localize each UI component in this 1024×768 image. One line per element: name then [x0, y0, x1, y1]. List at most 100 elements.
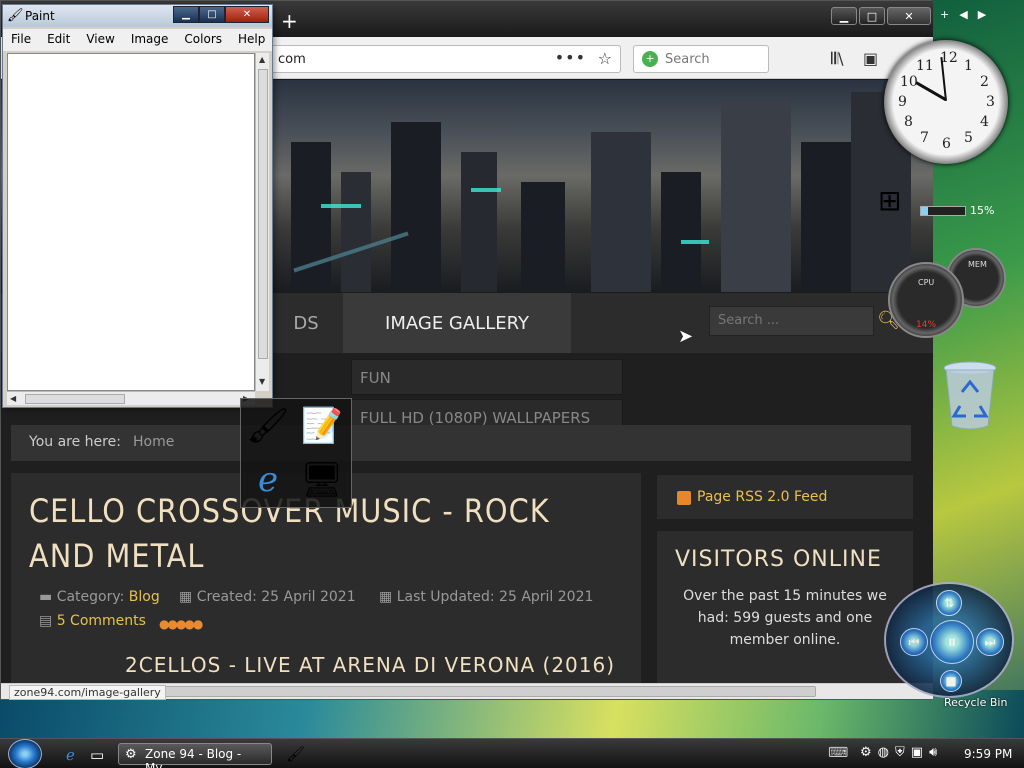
search-icon: + [642, 51, 658, 67]
paint-vscroll-thumb[interactable] [258, 69, 268, 359]
computer-tray-icon[interactable]: ▣ [911, 745, 923, 760]
paint-menu-help[interactable]: Help [230, 29, 273, 51]
settings-tray-icon[interactable]: ⚙ [860, 745, 872, 760]
prev-gadget-icon[interactable]: ◀ [959, 8, 967, 21]
paint-menu-image[interactable]: Image [123, 29, 177, 51]
cpu-meter-fill [921, 207, 928, 215]
calendar-icon: ▦ [379, 589, 397, 605]
paint-minimize-button[interactable]: ▁ [173, 6, 199, 23]
clock-number: 5 [964, 130, 973, 146]
article-updated: ▦ Last Updated: 25 April 2021 [379, 589, 593, 605]
bookmark-star-icon[interactable]: ☆ [598, 49, 612, 68]
clock-hour-hand [915, 81, 947, 101]
paint-menubar: File Edit View Image Colors Help [3, 29, 272, 51]
taskbar: ℯ ▭ ⚙ Zone 94 - Blog - My... 🖌 ⌨ ⚙ ◍ ⛨ ▣… [0, 738, 1024, 768]
visitors-text: Over the past 15 minutes we had: 599 gue… [683, 588, 887, 648]
notepad-shortcut-icon[interactable]: 📝 [297, 401, 347, 451]
system-tray: ⚙ ◍ ⛨ ▣ 🔊︎ [860, 745, 943, 760]
paint-shortcut-icon[interactable]: 🖌 [243, 401, 293, 451]
cpu-label: CPU [918, 278, 935, 287]
cpu-value: 14% [916, 320, 937, 330]
visitors-online-box: VISITORS ONLINE Over the past 15 minutes… [657, 531, 913, 683]
taskbar-browser-task[interactable]: ⚙ Zone 94 - Blog - My... [118, 743, 272, 768]
status-url: zone94.com/image-gallery [9, 685, 166, 700]
taskbar-clock[interactable]: 9:59 PM [964, 747, 1012, 761]
browser-horizontal-scrollbar[interactable]: zone94.com/image-gallery [1, 683, 933, 700]
clock-number: 3 [986, 94, 995, 110]
menu-item-downloads[interactable]: DS [271, 293, 341, 353]
paint-vertical-scrollbar[interactable]: ▲ ▼ [255, 53, 269, 391]
site-search-input[interactable]: Search ... [709, 306, 874, 336]
shield-tray-icon[interactable]: ⛨ [895, 745, 905, 760]
clock-number: 7 [920, 130, 929, 146]
paint-horizontal-scrollbar[interactable]: ◀ ▶ [7, 391, 255, 405]
minimize-button[interactable]: ▁ [831, 7, 857, 25]
cpu-meter-gadget[interactable]: ⊞ 15% [878, 184, 1008, 228]
keyboard-icon[interactable]: ⌨ [828, 745, 848, 761]
paint-menu-colors[interactable]: Colors [176, 29, 230, 51]
clock-number: 6 [942, 136, 951, 152]
category-link[interactable]: Blog [129, 589, 160, 605]
paint-menu-edit[interactable]: Edit [39, 29, 78, 51]
library-icon[interactable]: 𝄃𝄃\ [831, 49, 844, 69]
media-player-gadget: ⇅ ⏮ ⏸ ⏭ ■ [884, 582, 1014, 698]
paint-menu-view[interactable]: View [78, 29, 122, 51]
paint-menu-file[interactable]: File [3, 29, 39, 51]
clock-number: 1 [964, 58, 973, 74]
new-tab-button[interactable]: + [281, 9, 298, 33]
volume-tray-icon[interactable]: 🔊︎ [929, 745, 937, 760]
paint-titlebar[interactable]: 🖌 Paint ▁ □ ✕ [3, 5, 272, 27]
next-track-button[interactable]: ⏭ [976, 628, 1004, 656]
page-actions-icon[interactable]: ••• [555, 48, 586, 67]
show-desktop-icon[interactable]: ▭ [90, 746, 104, 764]
shuffle-button[interactable]: ⇅ [936, 590, 962, 616]
maximize-button[interactable]: □ [859, 7, 885, 25]
clock-gadget[interactable]: 12 1 2 3 4 5 6 7 8 9 10 11 [884, 40, 1008, 164]
previous-track-button[interactable]: ⏮ [900, 628, 928, 656]
ie-quicklaunch-icon[interactable]: ℯ [66, 746, 75, 764]
browser-search-input[interactable]: + Search [633, 45, 769, 73]
breadcrumb-home-link[interactable]: Home [133, 434, 174, 450]
scroll-left-arrow-icon[interactable]: ◀ [10, 394, 16, 403]
clock-number: 11 [916, 58, 934, 74]
scrollbar-thumb[interactable] [161, 686, 816, 697]
comments-link[interactable]: 5 Comments [57, 613, 146, 629]
recycle-bin-label: Recycle Bin [944, 696, 1008, 709]
rss-icon [677, 491, 691, 505]
scroll-up-arrow-icon[interactable]: ▲ [259, 55, 265, 64]
add-gadget-icon[interactable]: + [940, 8, 949, 21]
url-bar[interactable]: com ••• ☆ [269, 45, 621, 73]
clock-number: 8 [904, 114, 913, 130]
browser-task-icon: ⚙ [125, 747, 137, 762]
network-tray-icon[interactable]: ◍ [878, 745, 889, 760]
rating-stars[interactable]: ●●●●● [159, 617, 203, 631]
scroll-down-arrow-icon[interactable]: ▼ [259, 377, 265, 386]
cpu-gauge[interactable]: CPU 14% [888, 262, 964, 338]
submenu-item-fun[interactable]: FUN [351, 359, 623, 395]
mouse-cursor-icon: ➤ [678, 326, 694, 347]
stop-button[interactable]: ■ [940, 670, 962, 692]
paint-close-button[interactable]: ✕ [225, 6, 269, 23]
sidebar-controls: + ◀ ▶ [940, 8, 996, 21]
start-button[interactable] [8, 739, 42, 768]
recycle-bin-icon[interactable] [940, 360, 1000, 432]
pause-button[interactable]: ⏸ [930, 620, 974, 664]
mem-label: MEM [968, 260, 987, 269]
sidebar-icon[interactable]: ▣ [863, 49, 878, 68]
paint-hscroll-thumb[interactable] [25, 394, 125, 404]
next-gadget-icon[interactable]: ▶ [978, 8, 986, 21]
taskbar-paint-icon[interactable]: 🖌 [286, 745, 305, 763]
cpu-meter-percent: 15% [970, 204, 995, 217]
paint-window-controls: ▁ □ ✕ [173, 6, 269, 23]
paint-title: Paint [25, 9, 55, 23]
paint-canvas[interactable] [7, 53, 255, 391]
rss-feed-link[interactable]: Page RSS 2.0 Feed [697, 489, 827, 505]
close-button[interactable]: ✕ [887, 7, 931, 25]
breadcrumb: You are here: Home [11, 425, 911, 461]
rss-feed-box: Page RSS 2.0 Feed [657, 475, 913, 519]
internet-explorer-icon[interactable]: ℯ [243, 455, 293, 505]
paint-maximize-button[interactable]: □ [199, 6, 225, 23]
menu-item-image-gallery[interactable]: IMAGE GALLERY [343, 293, 571, 353]
computer-shortcut-icon[interactable]: 🖥 [297, 455, 347, 505]
clock-number: 2 [980, 74, 989, 90]
